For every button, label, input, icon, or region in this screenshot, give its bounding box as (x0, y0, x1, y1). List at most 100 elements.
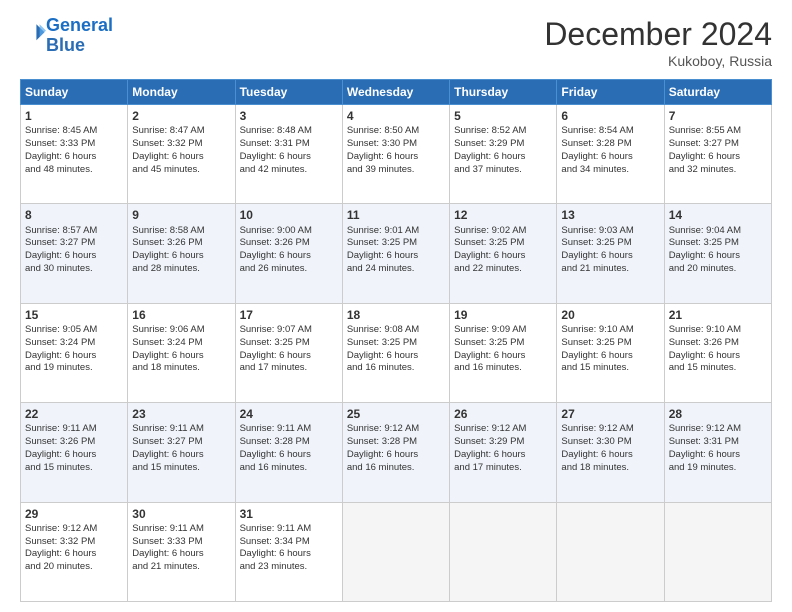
day-info: Sunrise: 9:00 AM (240, 225, 338, 238)
day-info: Sunrise: 9:12 AM (669, 423, 767, 436)
calendar-cell: 22Sunrise: 9:11 AMSunset: 3:26 PMDayligh… (21, 403, 128, 502)
day-info: and 39 minutes. (347, 164, 445, 177)
day-info: Daylight: 6 hours (561, 250, 659, 263)
calendar-cell: 9Sunrise: 8:58 AMSunset: 3:26 PMDaylight… (128, 204, 235, 303)
weekday-header: Sunday (21, 80, 128, 105)
day-info: Sunrise: 9:08 AM (347, 324, 445, 337)
calendar-cell: 18Sunrise: 9:08 AMSunset: 3:25 PMDayligh… (342, 303, 449, 402)
weekday-header: Saturday (664, 80, 771, 105)
day-info: Sunset: 3:27 PM (25, 237, 123, 250)
day-info: and 34 minutes. (561, 164, 659, 177)
day-info: Sunrise: 9:06 AM (132, 324, 230, 337)
day-info: Sunset: 3:28 PM (347, 436, 445, 449)
day-info: Sunrise: 9:10 AM (669, 324, 767, 337)
day-info: Sunrise: 9:12 AM (25, 523, 123, 536)
calendar-cell (450, 502, 557, 601)
day-info: Sunrise: 9:11 AM (132, 523, 230, 536)
day-info: Daylight: 6 hours (454, 350, 552, 363)
page: General Blue December 2024 Kukoboy, Russ… (0, 0, 792, 612)
calendar-cell: 25Sunrise: 9:12 AMSunset: 3:28 PMDayligh… (342, 403, 449, 502)
day-info: Daylight: 6 hours (454, 250, 552, 263)
day-info: Sunset: 3:26 PM (669, 337, 767, 350)
day-info: and 15 minutes. (669, 362, 767, 375)
day-info: Sunset: 3:29 PM (454, 138, 552, 151)
day-info: and 16 minutes. (240, 462, 338, 475)
calendar-cell: 2Sunrise: 8:47 AMSunset: 3:32 PMDaylight… (128, 105, 235, 204)
day-info: and 17 minutes. (240, 362, 338, 375)
day-number: 11 (347, 207, 445, 223)
day-info: Sunset: 3:32 PM (132, 138, 230, 151)
day-info: and 24 minutes. (347, 263, 445, 276)
day-info: and 21 minutes. (132, 561, 230, 574)
day-info: Daylight: 6 hours (25, 250, 123, 263)
calendar-cell: 15Sunrise: 9:05 AMSunset: 3:24 PMDayligh… (21, 303, 128, 402)
day-info: and 16 minutes. (347, 462, 445, 475)
day-info: and 18 minutes. (561, 462, 659, 475)
day-info: Daylight: 6 hours (669, 350, 767, 363)
day-info: Sunset: 3:25 PM (347, 237, 445, 250)
day-info: Sunset: 3:25 PM (347, 337, 445, 350)
day-info: Sunset: 3:31 PM (669, 436, 767, 449)
day-info: and 42 minutes. (240, 164, 338, 177)
day-info: Sunrise: 9:11 AM (240, 423, 338, 436)
day-info: Sunset: 3:24 PM (25, 337, 123, 350)
day-info: Daylight: 6 hours (132, 350, 230, 363)
location: Kukoboy, Russia (544, 53, 772, 69)
day-info: Sunrise: 9:11 AM (25, 423, 123, 436)
day-info: Sunset: 3:34 PM (240, 536, 338, 549)
day-info: Daylight: 6 hours (240, 548, 338, 561)
day-info: Sunrise: 9:09 AM (454, 324, 552, 337)
day-info: Daylight: 6 hours (25, 151, 123, 164)
day-number: 8 (25, 207, 123, 223)
day-info: Sunset: 3:28 PM (240, 436, 338, 449)
calendar-cell: 23Sunrise: 9:11 AMSunset: 3:27 PMDayligh… (128, 403, 235, 502)
logo-line1: General (46, 15, 113, 35)
day-info: Daylight: 6 hours (240, 449, 338, 462)
day-info: Daylight: 6 hours (132, 449, 230, 462)
calendar-cell (342, 502, 449, 601)
day-info: Sunrise: 8:48 AM (240, 125, 338, 138)
day-info: Sunset: 3:33 PM (25, 138, 123, 151)
logo-line2: Blue (46, 35, 85, 55)
logo-text: General Blue (46, 16, 113, 56)
day-number: 4 (347, 108, 445, 124)
day-info: and 45 minutes. (132, 164, 230, 177)
day-info: Daylight: 6 hours (561, 151, 659, 164)
day-info: Sunset: 3:25 PM (561, 337, 659, 350)
calendar-table: SundayMondayTuesdayWednesdayThursdayFrid… (20, 79, 772, 602)
day-info: Sunset: 3:25 PM (240, 337, 338, 350)
day-info: and 16 minutes. (454, 362, 552, 375)
day-info: Daylight: 6 hours (132, 151, 230, 164)
calendar-cell: 14Sunrise: 9:04 AMSunset: 3:25 PMDayligh… (664, 204, 771, 303)
day-number: 17 (240, 307, 338, 323)
day-info: Sunrise: 8:52 AM (454, 125, 552, 138)
weekday-header: Tuesday (235, 80, 342, 105)
logo-icon (22, 21, 46, 45)
calendar-cell: 21Sunrise: 9:10 AMSunset: 3:26 PMDayligh… (664, 303, 771, 402)
day-number: 20 (561, 307, 659, 323)
day-info: Daylight: 6 hours (240, 350, 338, 363)
day-number: 26 (454, 406, 552, 422)
day-info: and 20 minutes. (25, 561, 123, 574)
day-info: Sunrise: 8:58 AM (132, 225, 230, 238)
day-info: Sunrise: 9:12 AM (454, 423, 552, 436)
day-info: Daylight: 6 hours (669, 449, 767, 462)
day-info: and 28 minutes. (132, 263, 230, 276)
day-info: Sunrise: 9:12 AM (347, 423, 445, 436)
day-info: Daylight: 6 hours (240, 250, 338, 263)
day-number: 25 (347, 406, 445, 422)
day-info: Sunset: 3:26 PM (240, 237, 338, 250)
day-number: 12 (454, 207, 552, 223)
calendar-cell: 5Sunrise: 8:52 AMSunset: 3:29 PMDaylight… (450, 105, 557, 204)
day-info: Daylight: 6 hours (669, 151, 767, 164)
day-number: 18 (347, 307, 445, 323)
calendar-cell: 29Sunrise: 9:12 AMSunset: 3:32 PMDayligh… (21, 502, 128, 601)
calendar-cell: 28Sunrise: 9:12 AMSunset: 3:31 PMDayligh… (664, 403, 771, 502)
calendar-cell: 24Sunrise: 9:11 AMSunset: 3:28 PMDayligh… (235, 403, 342, 502)
day-info: Sunrise: 8:55 AM (669, 125, 767, 138)
day-info: Daylight: 6 hours (347, 350, 445, 363)
day-number: 14 (669, 207, 767, 223)
day-info: Sunset: 3:30 PM (347, 138, 445, 151)
day-info: Daylight: 6 hours (347, 449, 445, 462)
day-number: 16 (132, 307, 230, 323)
